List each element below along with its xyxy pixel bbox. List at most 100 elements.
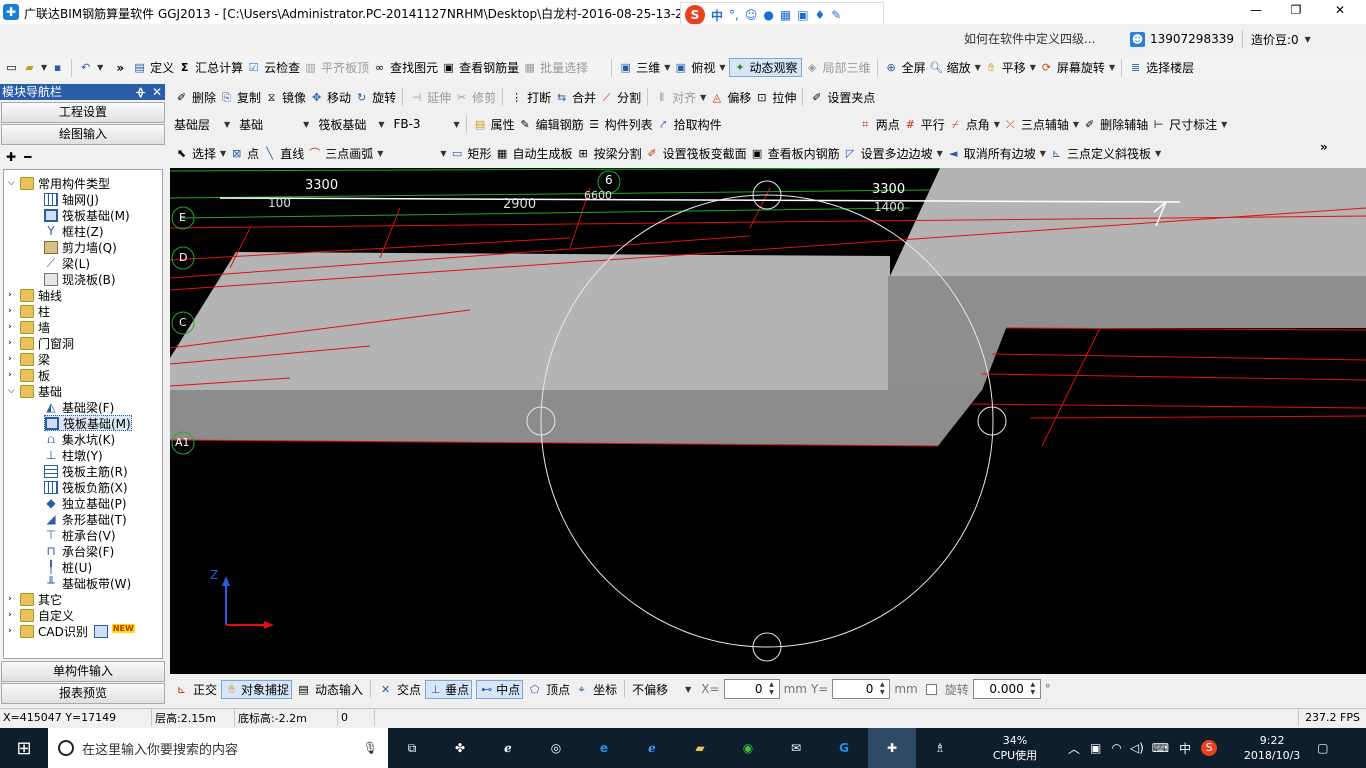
cpu-monitor[interactable]: 34% CPU使用 xyxy=(980,733,1050,763)
cloud-check-button[interactable]: 云检查 xyxy=(264,59,300,76)
tree-node-other[interactable]: › 其它 xyxy=(8,591,62,607)
ime-chinese-mode[interactable]: 中 xyxy=(711,7,723,24)
sum-button[interactable]: 汇总计算 xyxy=(195,59,243,76)
view-slab-rebar-button[interactable]: 查看板内钢筋 xyxy=(768,145,840,162)
select-button[interactable]: 选择 xyxy=(192,145,216,162)
emoji-icon[interactable]: ☺ xyxy=(745,8,758,22)
ime-punct-mode[interactable]: °, xyxy=(729,8,739,22)
nav-close-icon[interactable]: ✕ xyxy=(152,84,162,100)
volume-icon[interactable]: ◁) xyxy=(1130,741,1144,755)
y-input[interactable]: 0 ▲ ▼ xyxy=(832,679,891,699)
delete-button[interactable]: 删除 xyxy=(192,89,216,106)
vertex-snap[interactable]: 顶点 xyxy=(546,681,570,698)
pin-icon[interactable]: ᚖ xyxy=(136,84,145,100)
open-folder-icon[interactable]: ▰ xyxy=(22,60,37,75)
chrome-like-icon[interactable]: ◎ xyxy=(532,728,580,768)
tree-item-column-pier[interactable]: ⊥ 柱墩(Y) xyxy=(44,447,103,463)
define-button[interactable]: 定义 xyxy=(150,59,174,76)
offset-mode-select[interactable]: 不偏移 xyxy=(632,681,680,698)
rotate-button[interactable]: 旋转 xyxy=(372,89,396,106)
dynamic-orbit-button[interactable]: 动态观察 xyxy=(750,59,798,76)
type-select[interactable]: 筏板基础 xyxy=(318,116,374,133)
user-phone[interactable]: 13907298339 xyxy=(1150,32,1234,46)
x-input[interactable]: 0 ▲ ▼ xyxy=(723,679,780,699)
tree-item-raft[interactable]: 筏板基础(M) xyxy=(44,207,130,223)
coordinate-snap[interactable]: 坐标 xyxy=(593,681,617,698)
mirror-button[interactable]: 镜像 xyxy=(282,89,306,106)
three-point-arc-button[interactable]: 三点画弧 xyxy=(325,145,373,162)
cancel-all-slopes-button[interactable]: 取消所有边坡 xyxy=(964,145,1036,162)
set-grip-button[interactable]: 设置夹点 xyxy=(827,89,875,106)
dynamic-input-toggle[interactable]: 动态输入 xyxy=(315,681,363,698)
tree-node-wall[interactable]: › 墙 xyxy=(8,319,50,335)
save-icon[interactable]: ▪ xyxy=(50,60,65,75)
fullscreen-button[interactable]: 全屏 xyxy=(902,59,926,76)
extend-button[interactable]: 延伸 xyxy=(427,89,451,106)
layer-select[interactable]: 基础层 xyxy=(174,116,220,133)
glodon-active-icon[interactable]: ✚ xyxy=(868,728,916,768)
user-info[interactable]: ☻ 13907298339 造价豆:0 ▼ xyxy=(1130,29,1311,49)
maximize-button[interactable]: ❐ xyxy=(1276,3,1316,17)
batch-select-button[interactable]: 批量选择 xyxy=(540,59,588,76)
category-select[interactable]: 基础 xyxy=(239,116,299,133)
three-point-aux-button[interactable]: 三点辅轴 xyxy=(1021,116,1069,133)
mic-icon[interactable]: ● xyxy=(763,8,773,22)
perpendicular-snap[interactable]: 垂点 xyxy=(445,681,469,698)
tree-item-cast-slab[interactable]: 现浇板(B) xyxy=(44,271,116,287)
variable-section-button[interactable]: 设置筏板变截面 xyxy=(663,145,747,162)
mic-icon[interactable]: 🎙︎ xyxy=(363,741,378,755)
clock[interactable]: 9:22 2018/10/3 xyxy=(1239,733,1305,763)
midpoint-snap[interactable]: 中点 xyxy=(496,681,520,698)
ie-blue-icon[interactable]: ℯ xyxy=(628,728,676,768)
keyboard-tray-icon[interactable]: ⌨ xyxy=(1152,741,1169,755)
copy-button[interactable]: 复制 xyxy=(237,89,261,106)
select-floor-button[interactable]: 选择楼层 xyxy=(1146,59,1194,76)
help-question-text[interactable]: 如何在软件中定义四级... xyxy=(964,32,1095,46)
move-button[interactable]: 移动 xyxy=(327,89,351,106)
collapse-all-icon[interactable]: ━ xyxy=(24,150,31,164)
tree-node-axis[interactable]: › 轴线 xyxy=(8,287,62,303)
edit-rebar-button[interactable]: 编辑钢筋 xyxy=(536,116,584,133)
top-view-button[interactable]: 俯视 xyxy=(691,59,715,76)
offset-button[interactable]: 偏移 xyxy=(727,89,751,106)
point-angle-aux-button[interactable]: 点角 xyxy=(966,116,990,133)
delete-aux-button[interactable]: 删除辅轴 xyxy=(1100,116,1148,133)
ortho-toggle[interactable]: 正交 xyxy=(193,681,217,698)
tree-item-shear-wall[interactable]: 剪力墙(Q) xyxy=(44,239,117,255)
object-snap-toggle[interactable]: 对象捕捉 xyxy=(241,681,289,698)
minimize-button[interactable]: — xyxy=(1236,3,1276,17)
green-app-icon[interactable]: ◉ xyxy=(724,728,772,768)
tree-item-raft-neg-rebar[interactable]: 筏板负筋(X) xyxy=(44,479,128,495)
tree-item-raft-selected[interactable]: 筏板基础(M) xyxy=(44,415,132,431)
tree-node-door-window[interactable]: › 门窗洞 xyxy=(8,335,74,351)
project-settings-button[interactable]: 工程设置 xyxy=(1,102,165,123)
toolbar-overflow-icon[interactable]: » xyxy=(1320,140,1328,154)
network-icon[interactable]: ◠ xyxy=(1111,741,1121,755)
ime-tray-label[interactable]: 中 xyxy=(1179,740,1191,757)
properties-button[interactable]: 属性 xyxy=(491,116,515,133)
view-rebar-button[interactable]: 查看钢筋量 xyxy=(459,59,519,76)
zoom-button[interactable]: 缩放 xyxy=(947,59,971,76)
3d-view-button[interactable]: 三维 xyxy=(636,59,660,76)
edge-icon[interactable]: e xyxy=(580,728,628,768)
tree-item-foundation-beam[interactable]: ◭ 基础梁(F) xyxy=(44,399,114,415)
tree-item-pile[interactable]: ╿ 桩(U) xyxy=(44,559,92,575)
task-view-icon[interactable]: ⧉ xyxy=(388,728,436,768)
three-point-sloped-raft-button[interactable]: 三点定义斜筏板 xyxy=(1067,145,1151,162)
tree-node-common[interactable]: ⌵ 常用构件类型 xyxy=(8,175,110,191)
mail-icon[interactable]: ✉ xyxy=(772,728,820,768)
tree-item-strip-foundation[interactable]: ◢ 条形基础(T) xyxy=(44,511,126,527)
single-component-input-button[interactable]: 单构件输入 xyxy=(1,661,165,682)
auto-generate-slab-button[interactable]: 自动生成板 xyxy=(513,145,573,162)
tree-item-sump-pit[interactable]: ⩍ 集水坑(K) xyxy=(44,431,115,447)
skin-icon[interactable]: ▣ xyxy=(797,8,808,22)
keyboard-icon[interactable]: ▦ xyxy=(780,8,791,22)
stretch-button[interactable]: 拉伸 xyxy=(772,89,796,106)
new-file-icon[interactable]: ▭ xyxy=(4,60,19,75)
tray-app-icon[interactable]: ▣ xyxy=(1090,741,1101,755)
tree-item-isolated-foundation[interactable]: ◆ 独立基础(P) xyxy=(44,495,126,511)
intersection-snap[interactable]: 交点 xyxy=(397,681,421,698)
taskbar-search[interactable]: 在这里输入你要搜索的内容 🎙︎ xyxy=(48,728,388,768)
component-list-button[interactable]: 构件列表 xyxy=(605,116,653,133)
multi-edge-slope-button[interactable]: 设置多边边坡 xyxy=(861,145,933,162)
